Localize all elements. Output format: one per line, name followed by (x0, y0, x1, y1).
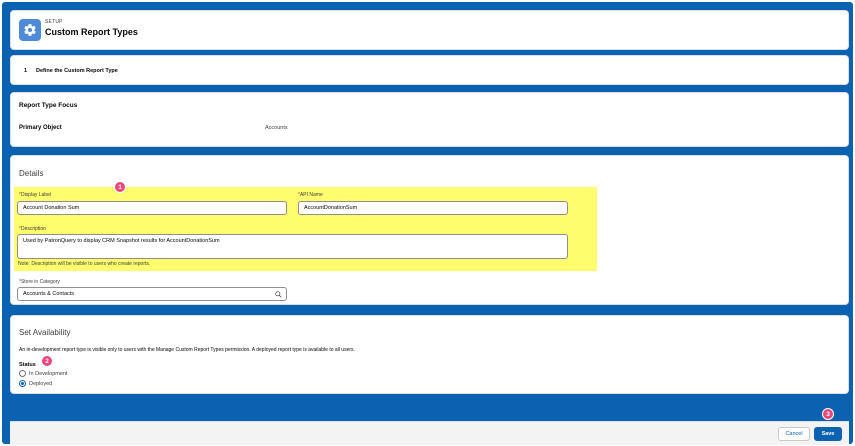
status-label: Status (19, 362, 36, 368)
availability-description: An in-development report type is visible… (19, 347, 355, 353)
description-text: Description (20, 226, 46, 232)
header-eyebrow: SETUP (45, 19, 63, 25)
category-text: Store in Category (20, 279, 60, 285)
set-availability-section: Set Availability An in-development repor… (10, 315, 849, 394)
category-value: Accounts & Contacts (23, 291, 75, 297)
radio-in-development[interactable]: In Development (19, 370, 68, 377)
cancel-button[interactable]: Cancel (778, 427, 810, 441)
gear-icon-glyph (24, 24, 36, 36)
app-frame: SETUP Custom Report Types 1 Define the C… (2, 2, 853, 445)
report-type-focus-section: Report Type Focus Primary Object Account… (10, 92, 849, 147)
section-title-availability: Set Availability (19, 328, 71, 337)
display-label-input[interactable]: Account Donation Sum (17, 201, 287, 215)
category-label: *Store in Category (19, 279, 60, 285)
callout-badge-1: 1 (114, 181, 126, 193)
footer-bar: Cancel Save (10, 421, 849, 445)
callout-badge-3: 3 (822, 408, 834, 420)
save-button[interactable]: Save (814, 427, 842, 441)
step-number: 1 (24, 68, 28, 74)
display-label-text: Display Label (20, 192, 51, 198)
step-label: Define the Custom Report Type (36, 68, 118, 74)
radio-button-deployed[interactable] (19, 380, 26, 387)
primary-object-value: Accounts (265, 125, 288, 131)
gear-icon (19, 19, 41, 41)
api-name-input[interactable]: AccountDonationSum (298, 201, 568, 215)
page-header: SETUP Custom Report Types (10, 10, 849, 50)
description-note: Note: Description will be visible to use… (18, 261, 151, 267)
primary-object-label: Primary Object (19, 125, 62, 131)
radio-label-deployed: Deployed (29, 380, 53, 387)
radio-button-in-development[interactable] (19, 370, 26, 377)
callout-badge-2: 2 (41, 355, 53, 367)
search-icon[interactable] (275, 291, 282, 298)
description-textarea[interactable]: Used by PatronQuery to display CRM Snaps… (17, 234, 568, 259)
section-title-focus: Report Type Focus (19, 102, 78, 109)
api-name-label: *API Name (298, 192, 323, 198)
display-label-label: *Display Label (19, 192, 51, 198)
page-title: Custom Report Types (45, 27, 138, 37)
api-name-text: API Name (299, 192, 323, 198)
radio-deployed[interactable]: Deployed (19, 380, 52, 387)
details-section: Details 1 *Display Label Account Donatio… (10, 155, 849, 305)
radio-label-in-development: In Development (29, 370, 68, 377)
section-title-details: Details (19, 169, 44, 178)
step-card: 1 Define the Custom Report Type (10, 55, 849, 85)
category-search-input[interactable]: Accounts & Contacts (17, 287, 287, 301)
description-label: *Description (19, 226, 46, 232)
